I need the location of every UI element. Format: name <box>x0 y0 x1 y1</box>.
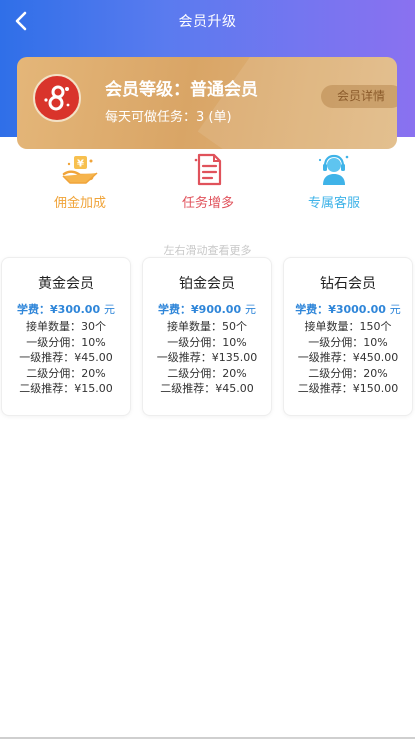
plan-detail-line: 二级分佣：20% <box>308 366 388 380</box>
plan-detail-line: 一级分佣：10% <box>308 335 388 349</box>
feature-commission-bonus[interactable]: ¥ 佣金加成 <box>20 152 140 211</box>
feature-exclusive-service[interactable]: 专属客服 <box>274 152 394 211</box>
svg-text:¥: ¥ <box>77 159 84 170</box>
plan-detail-line: 二级分佣：20% <box>26 366 106 380</box>
plan-details: 接单数量：150个 一级分佣：10% 一级推荐：¥450.00 二级分佣：20%… <box>284 319 412 397</box>
member-details-button[interactable]: 会员详情 <box>320 85 397 108</box>
plan-card-diamond[interactable]: 钻石会员 学费：¥3000.00 元 接单数量：150个 一级分佣：10% 一级… <box>283 257 413 416</box>
plan-detail-line: 一级推荐：¥45.00 <box>19 351 113 364</box>
page-title: 会员升级 <box>178 14 237 30</box>
member-upgrade-page: 会员升级 会员等级：普通会员 每天可做任务：3 (单) 会员详情 ¥ 佣金加成 … <box>0 0 415 740</box>
member-level-text: 会员等级：普通会员 <box>105 80 258 100</box>
content-background <box>0 137 415 740</box>
document-list-icon <box>194 153 222 186</box>
swipe-hint: 左右滑动查看更多 <box>163 244 252 257</box>
feature-label: 佣金加成 <box>53 196 106 211</box>
plan-detail-line: 二级推荐：¥15.00 <box>19 382 113 395</box>
plan-fee: 学费：¥300.00 元 <box>17 303 115 316</box>
plan-card-gold[interactable]: 黄金会员 学费：¥300.00 元 接单数量：30个 一级分佣：10% 一级推荐… <box>1 257 131 416</box>
plans-scroller[interactable]: 黄金会员 学费：¥300.00 元 接单数量：30个 一级分佣：10% 一级推荐… <box>0 257 415 417</box>
brand-logo-icon <box>33 74 81 122</box>
plan-fee: 学费：¥900.00 元 <box>158 303 256 316</box>
bottom-divider <box>0 737 415 739</box>
feature-label: 任务增多 <box>181 196 234 211</box>
plan-name: 钻石会员 <box>320 276 376 292</box>
plan-name: 黄金会员 <box>38 276 94 292</box>
plan-detail-line: 二级分佣：20% <box>167 366 247 380</box>
customer-service-icon <box>318 154 349 185</box>
plan-name: 铂金会员 <box>179 276 235 292</box>
plan-detail-line: 接单数量：30个 <box>26 320 106 333</box>
feature-label: 专属客服 <box>307 196 360 211</box>
plan-detail-line: 接单数量：150个 <box>304 320 392 333</box>
daily-tasks-text: 每天可做任务：3 (单) <box>105 110 232 125</box>
plan-detail-line: 接单数量：50个 <box>167 320 247 333</box>
plan-detail-line: 一级分佣：10% <box>167 335 247 349</box>
plan-details: 接单数量：50个 一级分佣：10% 一级推荐：¥135.00 二级分佣：20% … <box>143 319 271 397</box>
money-hand-icon: ¥ <box>62 156 98 184</box>
plan-detail-line: 二级推荐：¥150.00 <box>297 382 399 395</box>
plan-card-platinum[interactable]: 铂金会员 学费：¥900.00 元 接单数量：50个 一级分佣：10% 一级推荐… <box>142 257 272 416</box>
plan-fee: 学费：¥3000.00 元 <box>295 303 401 316</box>
navbar: 会员升级 <box>0 0 415 42</box>
chevron-left-icon <box>15 11 27 31</box>
plan-detail-line: 一级推荐：¥135.00 <box>156 351 258 364</box>
feature-more-tasks[interactable]: 任务增多 <box>148 152 268 211</box>
plan-detail-line: 一级分佣：10% <box>26 335 106 349</box>
plan-detail-line: 二级推荐：¥45.00 <box>160 382 254 395</box>
plan-details: 接单数量：30个 一级分佣：10% 一级推荐：¥45.00 二级分佣：20% 二… <box>2 319 130 397</box>
member-card: 会员等级：普通会员 每天可做任务：3 (单) 会员详情 <box>17 57 397 149</box>
back-button[interactable] <box>6 6 36 36</box>
feature-row: ¥ 佣金加成 任务增多 专属客服 <box>0 152 415 212</box>
plan-detail-line: 一级推荐：¥450.00 <box>297 351 399 364</box>
